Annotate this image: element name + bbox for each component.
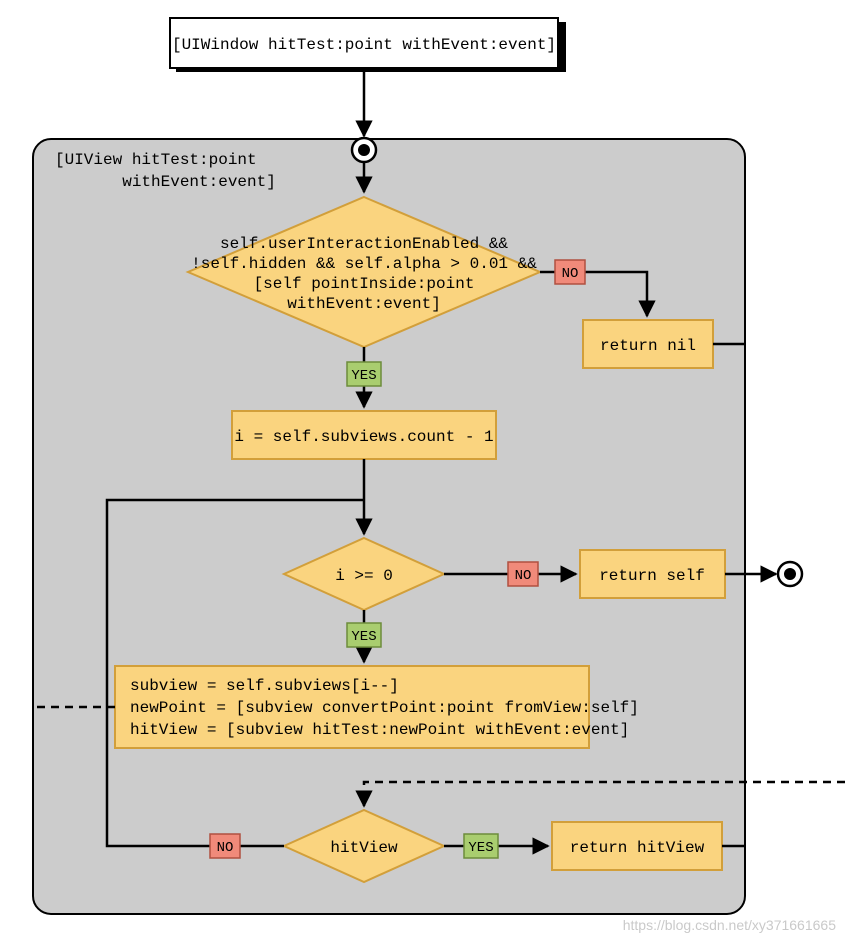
badge-d3-no-text: NO [217,840,234,856]
decision-2-text: i >= 0 [335,567,393,585]
init-i-text: i = self.subviews.count - 1 [234,428,493,446]
title-box-text: [UIWindow hitTest:point withEvent:event] [172,36,556,54]
flowchart-diagram: [UIWindow hitTest:point withEvent:event]… [0,0,846,944]
container-label-line1: [UIView hitTest:point [55,151,257,169]
badge-d2-no-text: NO [515,568,532,584]
badge-d1-yes-text: YES [351,368,376,384]
decision-1-line3: [self pointInside:point [254,275,475,293]
end-node-inner [784,568,796,580]
return-nil-text: return nil [600,337,696,355]
loop-body-line2: newPoint = [subview convertPoint:point f… [130,699,639,717]
badge-d2-yes-text: YES [351,629,376,645]
decision-1-line1: self.userInteractionEnabled && [220,235,508,253]
badge-d1-no-text: NO [562,266,579,282]
return-self-text: return self [599,567,705,585]
decision-1-line2: !self.hidden && self.alpha > 0.01 && [191,255,537,273]
loop-body-line3: hitView = [subview hitTest:newPoint with… [130,721,629,739]
decision-3-text: hitView [330,839,398,857]
return-hitview-text: return hitView [570,839,705,857]
container-label-line2: withEvent:event] [55,173,276,191]
start-node-inner [358,144,370,156]
loop-body-line1: subview = self.subviews[i--] [130,677,399,695]
decision-1-line4: withEvent:event] [287,295,441,313]
watermark-text: https://blog.csdn.net/xy371661665 [623,917,836,933]
badge-d3-yes-text: YES [468,840,493,856]
